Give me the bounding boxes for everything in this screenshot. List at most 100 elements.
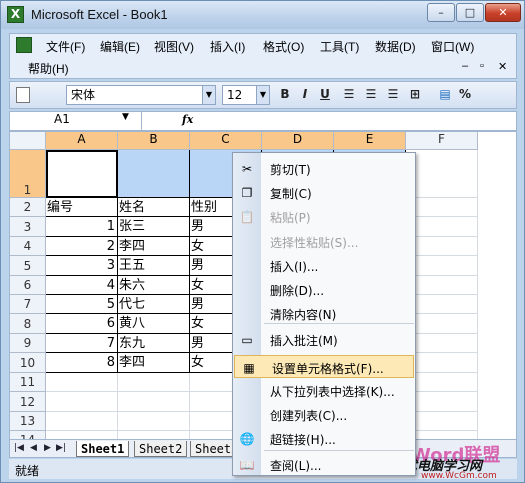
cell-a9[interactable]: 7 [46,334,118,353]
cell-a4[interactable]: 2 [46,237,118,256]
next-sheet-icon[interactable]: ▶ [44,443,51,453]
cell-b11[interactable] [118,373,190,392]
cell-f4[interactable] [406,237,478,256]
row-header-1[interactable]: 1 [10,150,46,198]
cell-a7[interactable]: 5 [46,295,118,314]
cell-a11[interactable] [46,373,118,392]
column-header-e[interactable]: E [334,132,406,150]
close-button[interactable]: ✕ [485,3,521,22]
row-header-10[interactable]: 10 [10,353,46,373]
cell-f7[interactable] [406,295,478,314]
menu-help[interactable]: 帮助(H) [28,60,69,77]
context-menu-item-5[interactable]: 删除(D)... [233,278,415,301]
column-header-f[interactable]: F [406,132,478,150]
doc-minimize-button[interactable]: – [462,60,468,72]
cell-b10[interactable]: 李四 [118,353,190,373]
cell-f5[interactable] [406,256,478,276]
font-size-select[interactable]: 12 ▼ [222,85,270,105]
row-header-6[interactable]: 6 [10,276,46,295]
row-header-5[interactable]: 5 [10,256,46,276]
excel-app-icon[interactable]: X [7,6,24,23]
sheet-tab-1[interactable]: Sheet1 [76,441,130,457]
chevron-down-icon[interactable]: ▼ [202,86,215,104]
row-header-12[interactable]: 12 [10,392,46,412]
cell-b13[interactable] [118,412,190,431]
column-header-b[interactable]: B [118,132,190,150]
cell-b2[interactable]: 姓名 [118,198,190,217]
context-menu-item-8[interactable]: ▦ 设置单元格格式(F)... [234,355,414,378]
row-header-7[interactable]: 7 [10,295,46,314]
font-name-select[interactable]: 宋体 ▼ [66,85,216,105]
cell-b12[interactable] [118,392,190,412]
context-menu-item-9[interactable]: 从下拉列表中选择(K)... [233,379,415,402]
cell-b5[interactable]: 王五 [118,256,190,276]
menu-data[interactable]: 数据(D) [375,38,416,55]
cell-a1[interactable] [46,150,118,198]
cell-b9[interactable]: 东九 [118,334,190,353]
align-center-icon[interactable]: ☰ [362,87,380,105]
menu-insert[interactable]: 插入(I) [210,38,245,55]
cell-a13[interactable] [46,412,118,431]
select-all-corner[interactable] [10,132,46,150]
row-header-9[interactable]: 9 [10,334,46,353]
context-menu-item-7[interactable]: ▭ 插入批注(M) [233,328,415,351]
cell-a5[interactable]: 3 [46,256,118,276]
context-menu-item-11[interactable]: 🌐 超链接(H)... [233,427,415,450]
menu-tools[interactable]: 工具(T) [320,38,359,55]
fx-icon[interactable]: fx [182,113,193,126]
underline-button[interactable]: U [316,87,334,105]
row-header-4[interactable]: 4 [10,237,46,256]
context-menu-item-12[interactable]: 📖 查阅(L)... [233,453,415,476]
cell-a2[interactable]: 编号 [46,198,118,217]
prev-sheet-icon[interactable]: ◀ [30,443,37,453]
doc-restore-button[interactable]: ▫ [480,60,484,72]
cell-b3[interactable]: 张三 [118,217,190,237]
cell-b4[interactable]: 李四 [118,237,190,256]
column-header-a[interactable]: A [46,132,118,150]
chevron-down-icon[interactable]: ▼ [122,112,129,122]
context-menu-item-0[interactable]: ✂ 剪切(T) [233,157,415,180]
document-icon[interactable] [16,37,32,53]
bold-button[interactable]: B [276,87,294,105]
currency-icon[interactable]: ▤ [436,87,454,105]
context-menu-item-1[interactable]: ❐ 复制(C) [233,181,415,204]
cell-a8[interactable]: 6 [46,314,118,334]
row-header-3[interactable]: 3 [10,217,46,237]
sheet-tab-2[interactable]: Sheet2 [134,441,188,457]
align-right-icon[interactable]: ☰ [384,87,402,105]
formula-input[interactable] [200,112,516,130]
cell-a6[interactable]: 4 [46,276,118,295]
cell-f8[interactable] [406,314,478,334]
column-header-d[interactable]: D [262,132,334,150]
cell-a12[interactable] [46,392,118,412]
merge-center-icon[interactable]: ⊞ [406,87,424,105]
row-header-11[interactable]: 11 [10,373,46,392]
context-menu-item-4[interactable]: 插入(I)... [233,254,415,277]
cell-a3[interactable]: 1 [46,217,118,237]
first-sheet-icon[interactable]: |◀ [14,443,24,453]
cell-b7[interactable]: 代七 [118,295,190,314]
column-header-c[interactable]: C [190,132,262,150]
name-box[interactable]: A1 ▼ [10,112,142,130]
align-left-icon[interactable]: ☰ [340,87,358,105]
cell-f9[interactable] [406,334,478,353]
cell-f2[interactable] [406,198,478,217]
chevron-down-icon[interactable]: ▼ [256,86,269,104]
menu-window[interactable]: 窗口(W) [431,38,474,55]
cell-b8[interactable]: 黄八 [118,314,190,334]
last-sheet-icon[interactable]: ▶| [56,443,66,453]
menu-edit[interactable]: 编辑(E) [100,38,140,55]
cell-a10[interactable]: 8 [46,353,118,373]
cell-f13[interactable] [406,412,478,431]
cell-b1[interactable] [118,150,190,198]
row-header-2[interactable]: 2 [10,198,46,217]
row-header-8[interactable]: 8 [10,314,46,334]
context-menu-item-10[interactable]: 创建列表(C)... [233,403,415,426]
cell-b6[interactable]: 朱六 [118,276,190,295]
context-menu-item-6[interactable]: 清除内容(N) [233,302,415,325]
cell-f12[interactable] [406,392,478,412]
maximize-button[interactable]: □ [456,3,484,22]
row-header-13[interactable]: 13 [10,412,46,431]
doc-close-button[interactable]: ✕ [498,60,507,73]
percent-button[interactable]: % [456,87,474,105]
